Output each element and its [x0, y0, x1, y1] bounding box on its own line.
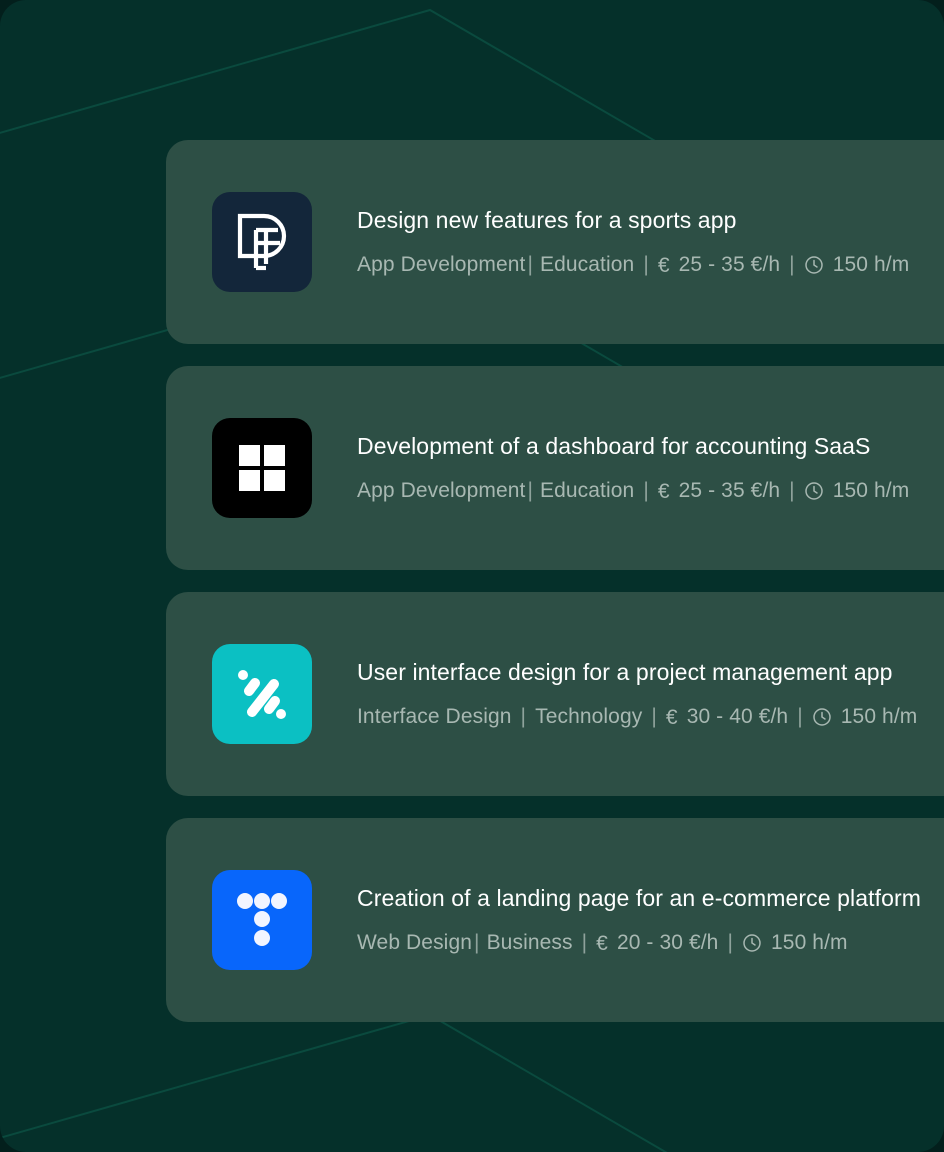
job-card-body: Creation of a landing page for an e-comm…: [357, 883, 921, 957]
job-industry: Education: [540, 479, 635, 502]
meta-divider: |: [520, 705, 527, 728]
job-card[interactable]: Development of a dashboard for accountin…: [166, 366, 944, 570]
job-category: App Development: [357, 253, 526, 276]
meta-divider: |: [789, 479, 795, 502]
meta-divider: |: [643, 479, 649, 502]
job-card[interactable]: Creation of a landing page for an e-comm…: [166, 818, 944, 1022]
job-hours: 150 h/m: [832, 479, 910, 502]
meta-divider: |: [797, 705, 803, 728]
job-hours: 150 h/m: [771, 931, 848, 954]
meta-divider: |: [527, 253, 533, 276]
dotted-t-icon: [212, 870, 312, 970]
euro-icon: €: [665, 705, 678, 729]
job-title: User interface design for a project mana…: [357, 659, 893, 685]
meta-divider: |: [651, 705, 657, 728]
job-card-body: User interface design for a project mana…: [357, 657, 917, 731]
job-hours: 150 h/m: [840, 705, 918, 728]
job-meta-row: Interface Design | Technology | € 30 - 4…: [357, 703, 917, 731]
job-list: Design new features for a sports app App…: [166, 140, 944, 1044]
job-card[interactable]: User interface design for a project mana…: [166, 592, 944, 796]
euro-icon: €: [596, 931, 608, 955]
meta-divider: |: [527, 479, 533, 502]
job-category: Web Design: [357, 931, 473, 954]
meta-divider: |: [581, 931, 588, 954]
clock-icon: [742, 933, 762, 953]
job-card[interactable]: Design new features for a sports app App…: [166, 140, 944, 344]
job-category: App Development: [357, 479, 526, 502]
job-card-body: Design new features for a sports app App…: [357, 205, 909, 279]
clock-icon: [804, 255, 824, 275]
job-rate: 25 - 35 €/h: [678, 253, 781, 276]
job-industry: Technology: [535, 705, 643, 728]
job-title: Design new features for a sports app: [357, 207, 737, 233]
meta-divider: |: [727, 931, 734, 954]
grid-window-icon: [212, 418, 312, 518]
euro-icon: €: [657, 253, 670, 277]
euro-icon: €: [657, 479, 670, 503]
job-meta-row: App Development | Education | € 25 - 35 …: [357, 251, 909, 279]
meta-divider: |: [643, 253, 649, 276]
job-meta-row: App Development | Education | € 25 - 35 …: [357, 477, 909, 505]
job-rate: 25 - 35 €/h: [678, 479, 781, 502]
job-hours: 150 h/m: [832, 253, 910, 276]
job-title: Development of a dashboard for accountin…: [357, 433, 871, 459]
clock-icon: [804, 481, 824, 501]
meta-divider: |: [474, 931, 480, 954]
job-rate: 30 - 40 €/h: [686, 705, 789, 728]
job-meta-row: Web Design | Business | € 20 - 30 €/h |: [357, 929, 921, 957]
paradigm-logo-icon: [212, 192, 312, 292]
clock-icon: [812, 707, 832, 727]
job-industry: Business: [486, 931, 573, 954]
job-rate: 20 - 30 €/h: [616, 931, 719, 954]
meta-divider: |: [789, 253, 795, 276]
percent-slash-icon: [212, 644, 312, 744]
job-board-panel: Design new features for a sports app App…: [0, 0, 944, 1152]
job-category: Interface Design: [357, 705, 512, 728]
job-industry: Education: [540, 253, 635, 276]
job-title: Creation of a landing page for an e-comm…: [357, 885, 921, 911]
job-card-body: Development of a dashboard for accountin…: [357, 431, 909, 505]
